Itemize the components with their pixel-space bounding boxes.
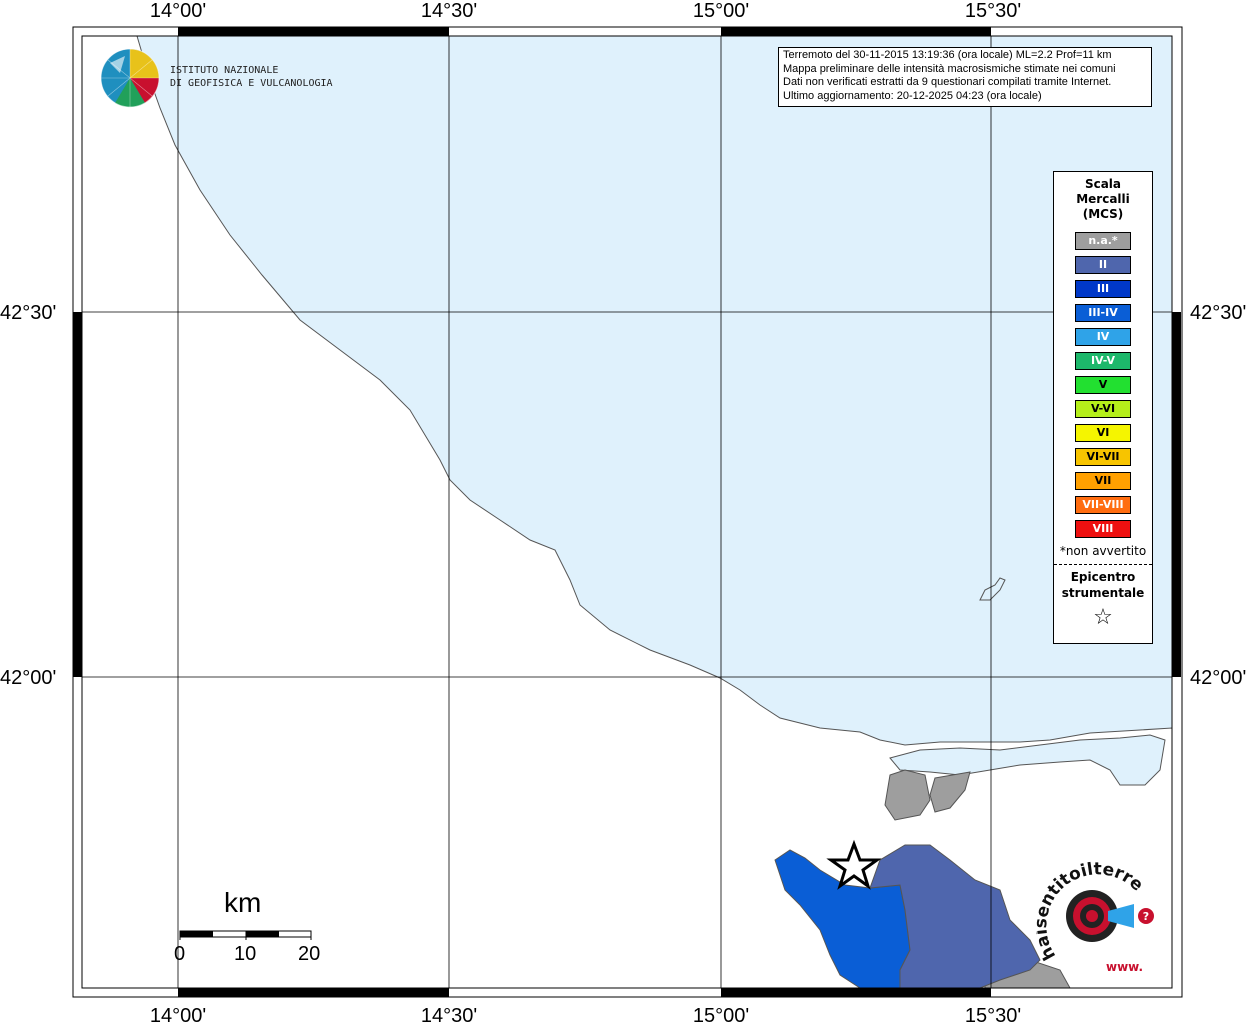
ingv-logo: ISTITUTO NAZIONALE DI GEOFISICA E VULCAN… — [100, 48, 333, 108]
legend-item: II — [1075, 256, 1131, 274]
legend-item: VIII — [1075, 520, 1131, 538]
legend-item: VII-VIII — [1075, 496, 1131, 514]
lon-label: 15°30' — [965, 1005, 1021, 1024]
legend-title-line: (MCS) — [1082, 207, 1124, 221]
scale-label: 0 — [174, 943, 186, 965]
event-info-line: Terremoto del 30-11-2015 13:19:36 (ora l… — [783, 49, 1112, 61]
globe-icon — [100, 48, 160, 108]
lat-label: 42°00' — [1190, 667, 1246, 689]
ingv-name-line1: ISTITUTO NAZIONALE — [170, 65, 279, 76]
legend-item: III-IV — [1075, 304, 1131, 322]
svg-text:?: ? — [1143, 910, 1149, 923]
scale-label: 10 — [234, 943, 257, 965]
haisentito-logo-icon: ? haisentitoilterremoto.it www. — [1027, 841, 1154, 974]
lon-label: 14°30' — [421, 1005, 477, 1024]
legend-item: V — [1075, 376, 1131, 394]
lon-label: 15°30' — [965, 0, 1021, 22]
event-info-line: Dati non verificati estratti da 9 questi… — [783, 76, 1112, 88]
ingv-name-line2: DI GEOFISICA E VULCANOLOGIA — [170, 78, 333, 89]
scale-label: 20 — [298, 943, 321, 965]
legend-title: Scala Mercalli (MCS) — [1054, 177, 1152, 222]
intensity-legend: Scala Mercalli (MCS) n.a.* II III III-IV IV I… — [1053, 171, 1153, 644]
lat-label: 42°00' — [0, 667, 56, 689]
legend-title-line: Scala — [1084, 177, 1122, 191]
legend-epicenter-label: Epicentro strumentale — [1054, 569, 1152, 601]
legend-divider — [1054, 564, 1152, 565]
event-info-line: Ultimo aggiornamento: 20-12-2025 04:23 (… — [783, 89, 1042, 102]
lat-label: 42°30' — [1190, 302, 1246, 324]
legend-item: VI — [1075, 424, 1131, 442]
ingv-name: ISTITUTO NAZIONALE DI GEOFISICA E VULCAN… — [170, 64, 333, 90]
legend-item: VI-VII — [1075, 448, 1131, 466]
legend-epicenter-line: strumentale — [1061, 586, 1145, 600]
longitude-labels-top: 14°00' 14°30' 15°00' 15°30' — [150, 0, 1021, 22]
haisentito-prefix: www. — [1106, 960, 1143, 974]
legend-item: IV-V — [1075, 352, 1131, 370]
legend-items: n.a.* II III III-IV IV IV-V V V-VI VI VI-VII VII VI… — [1054, 232, 1152, 538]
lat-label: 42°30' — [0, 302, 56, 324]
longitude-labels-bottom: 14°00' 14°30' 15°00' 15°30' — [150, 1005, 1021, 1024]
scale-unit: km — [224, 887, 262, 918]
legend-item: n.a.* — [1075, 232, 1131, 250]
legend-star-icon: ☆ — [1093, 605, 1113, 630]
event-info-line: Mappa preliminare delle intensità macros… — [783, 62, 1116, 75]
legend-item: VII — [1075, 472, 1131, 490]
lon-label: 14°00' — [150, 0, 206, 22]
event-info-box: Terremoto del 30-11-2015 13:19:36 (ora l… — [778, 47, 1152, 107]
lon-label: 14°30' — [421, 0, 477, 22]
legend-title-line: Mercalli — [1076, 192, 1130, 206]
lon-label: 15°00' — [693, 0, 749, 22]
legend-item: V-VI — [1075, 400, 1131, 418]
legend-epicenter-line: Epicentro — [1070, 570, 1136, 584]
legend-item: III — [1075, 280, 1131, 298]
lon-label: 15°00' — [693, 1005, 749, 1024]
haisentito-logo: ? haisentitoilterremoto.it www. — [1027, 841, 1160, 980]
lon-label: 14°00' — [150, 1005, 206, 1024]
legend-note: *non avvertito — [1059, 544, 1147, 558]
legend-item: IV — [1075, 328, 1131, 346]
